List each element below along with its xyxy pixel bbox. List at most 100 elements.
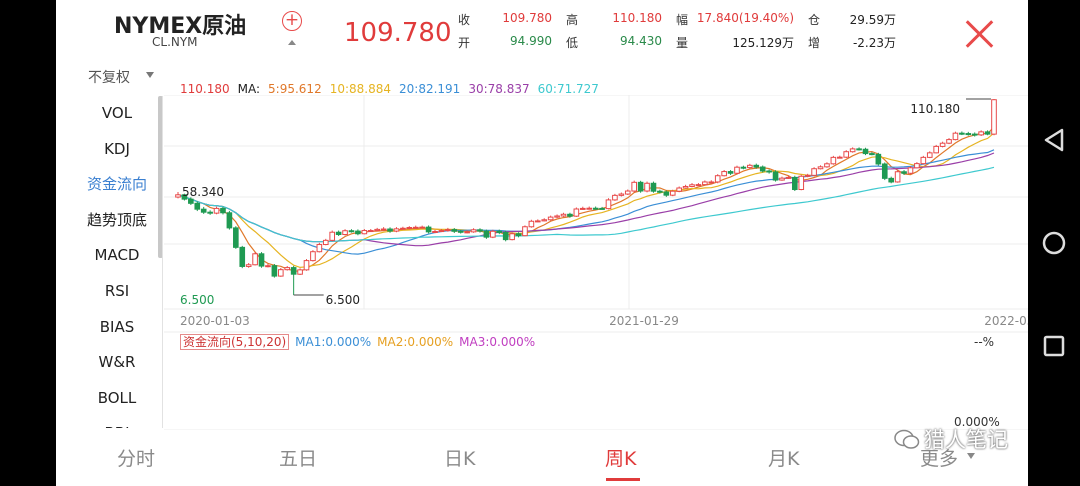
candle-body — [830, 156, 837, 165]
watermark-text: 猎人笔记 — [924, 428, 1008, 452]
candle-body — [734, 166, 740, 174]
recents-square-icon[interactable] — [1036, 328, 1072, 364]
indicator-ma2: MA2:0.000% — [377, 335, 454, 349]
candle-body — [721, 171, 727, 177]
candle-body — [766, 170, 772, 173]
candle-body — [875, 153, 882, 165]
add-watchlist-button[interactable]: + — [282, 11, 302, 31]
candle-body — [894, 171, 901, 183]
candle-body — [374, 228, 380, 232]
candle-body — [367, 230, 374, 233]
candle-body — [380, 228, 387, 231]
quote-oi-change: -2.23万 — [852, 36, 896, 50]
candle-body — [515, 233, 522, 237]
ma-legend-item: 30:78.837 — [468, 82, 530, 96]
candle-body — [824, 163, 830, 168]
ma-legend-label: MA: — [237, 82, 261, 96]
candle-body — [933, 145, 939, 154]
back-triangle-icon[interactable] — [1036, 122, 1072, 158]
candle-body — [265, 265, 271, 268]
price-adjust-select[interactable]: 不复权 — [88, 67, 130, 87]
ma-legend-current: 110.180 — [180, 82, 230, 96]
candle-body — [470, 229, 477, 233]
ma-line — [177, 126, 995, 273]
candle-body — [605, 199, 612, 210]
candle-body — [991, 99, 997, 135]
sidebar-divider — [162, 96, 163, 428]
candle-body — [528, 220, 535, 228]
candle-body — [509, 233, 515, 241]
expand-up-icon[interactable] — [288, 40, 296, 45]
instrument-code: CL.NYM — [152, 35, 198, 49]
candle-body — [316, 244, 323, 253]
tab-weekly-k[interactable]: 周K — [605, 444, 636, 471]
candle-body — [740, 166, 747, 169]
dropdown-triangle-icon — [146, 72, 154, 78]
candle-body — [901, 171, 907, 174]
candle-body — [342, 230, 348, 236]
ma-legend-item: 20:82.191 — [399, 82, 461, 96]
candle-body — [792, 176, 798, 191]
ma-legend: 110.180 MA: 5:95.612 10:88.884 20:82.191 30:7… — [180, 82, 615, 96]
candle-body — [245, 264, 252, 267]
candle-body — [567, 213, 573, 217]
candle-body — [708, 181, 715, 184]
x-tick-label: 2022-03-02 — [984, 314, 1028, 328]
sidebar-item-wr[interactable]: W&R — [72, 345, 162, 381]
min-price-label: 6.500 — [326, 293, 360, 307]
tab-intraday[interactable]: 分时 — [117, 444, 155, 471]
sidebar-item-boll[interactable]: BOLL — [72, 381, 162, 417]
ma-line — [177, 166, 995, 243]
candle-body — [400, 227, 406, 230]
tab-daily-k[interactable]: 日K — [444, 444, 475, 471]
sidebar-item-rsi[interactable]: RSI — [72, 274, 162, 310]
candle-body — [451, 229, 458, 232]
candle-body — [631, 181, 638, 192]
sidebar-item-fund-flow[interactable]: 资金流向 — [72, 167, 162, 203]
candle-body — [978, 131, 984, 136]
quote-open-interest: 29.59万 — [849, 13, 896, 27]
sidebar-item-bbi[interactable]: BBI — [72, 416, 162, 428]
candlestick-chart[interactable]: 110.180 6.500 58.340 6.500 2020-01-03 2021-01… — [164, 95, 1028, 430]
candle-body — [406, 227, 413, 230]
indicator-name[interactable]: 资金流向(5,10,20) — [180, 334, 290, 350]
indicator-ma1: MA1:0.000% — [295, 335, 372, 349]
quote-change: 17.840(19.40%) — [696, 11, 794, 25]
candle-body — [759, 166, 766, 172]
candle-body — [477, 229, 483, 232]
candle-body — [297, 269, 303, 275]
candle-body — [753, 164, 760, 168]
candle-body — [599, 207, 605, 210]
candle-body — [682, 185, 689, 189]
indicator-ma3: MA3:0.000% — [459, 335, 536, 349]
quote-label-high: 高 — [566, 13, 579, 27]
candle-body — [554, 215, 560, 218]
tab-five-day[interactable]: 五日 — [279, 444, 317, 471]
candle-body — [220, 207, 226, 214]
sidebar-item-bias[interactable]: BIAS — [72, 310, 162, 346]
candle-body — [836, 156, 843, 159]
tab-monthly-k[interactable]: 月K — [768, 444, 799, 471]
candle-body — [522, 226, 528, 237]
home-circle-icon[interactable] — [1036, 225, 1072, 261]
sidebar-item-kdj[interactable]: KDJ — [72, 132, 162, 168]
candle-body — [425, 226, 432, 233]
sidebar-item-trend-top-bottom[interactable]: 趋势顶底 — [72, 203, 162, 239]
candle-body — [483, 230, 490, 238]
quote-low: 94.430 — [620, 34, 662, 48]
candle-body — [438, 230, 445, 233]
candle-body — [702, 181, 708, 186]
candle-body — [888, 177, 895, 183]
candle-body — [252, 253, 258, 266]
candle-body — [432, 230, 438, 233]
candle-body — [175, 194, 181, 198]
candle-body — [856, 148, 862, 151]
last-price: 109.780 — [344, 18, 452, 48]
sidebar-item-macd[interactable]: MACD — [72, 238, 162, 274]
candle-body — [310, 251, 316, 262]
candle-body — [663, 191, 670, 196]
sidebar-item-vol[interactable]: VOL — [72, 96, 162, 132]
candle-body — [348, 230, 355, 233]
candle-body — [579, 207, 586, 210]
close-icon[interactable] — [964, 18, 996, 50]
